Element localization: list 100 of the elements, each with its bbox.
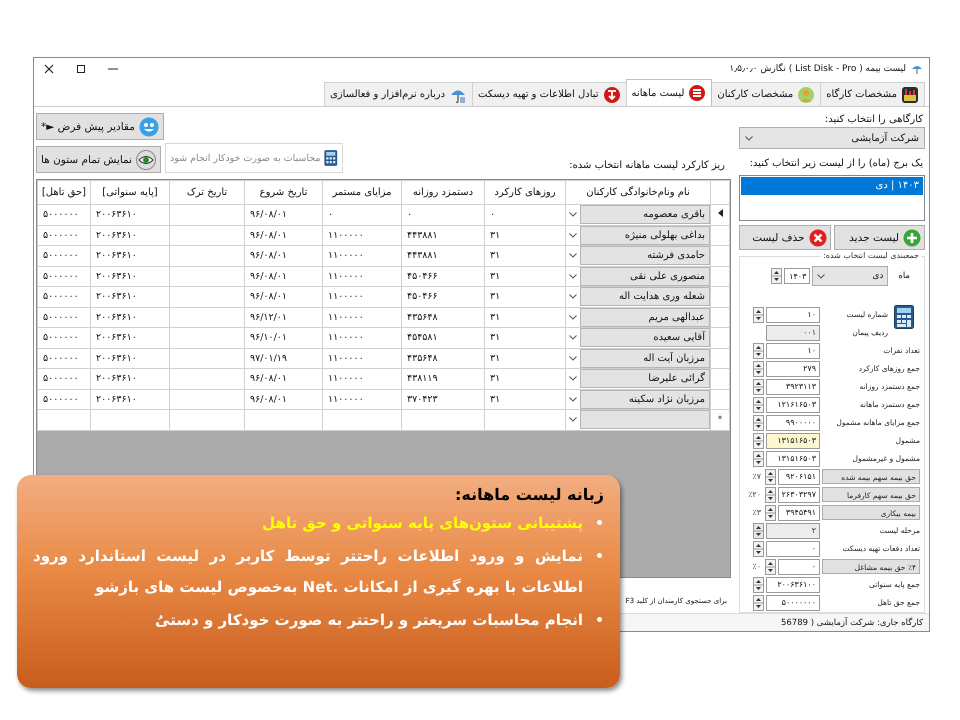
spin-buttons[interactable]	[753, 594, 764, 610]
value-field[interactable]: ۰	[778, 558, 820, 574]
table-cell: ۹۶/۰۸/۰۱	[244, 204, 322, 225]
download-icon	[602, 86, 621, 104]
table-cell: ۵۰۰۰۰۰۰	[38, 389, 90, 410]
callout-title: زبانه لیست ماهانه:	[454, 485, 604, 504]
factory-icon	[901, 86, 919, 104]
spin-buttons[interactable]	[753, 576, 764, 592]
workshop-dropdown[interactable]: شرکت آزمایشی	[739, 127, 925, 149]
month-dropdown[interactable]: دی	[812, 266, 888, 286]
value-field[interactable]: ۰	[766, 540, 820, 556]
value-field[interactable]: ۱۳۱۵۱۶۵۰۳	[766, 432, 820, 448]
table-cell: ۲۰۰۶۳۶۱۰	[90, 204, 170, 225]
percent-label: ٪۳	[752, 508, 761, 517]
chevron-down-icon	[569, 417, 577, 422]
tab[interactable]: مشخصات کارکنان	[711, 82, 822, 106]
value-field[interactable]: ۱۳۱۵۱۶۵۰۳	[766, 450, 820, 466]
table-cell: ۲۰۰۶۳۶۱۰	[90, 368, 170, 389]
value-field[interactable]: ۲	[766, 522, 820, 538]
column-header[interactable]: [پایه سنواتی]	[90, 180, 170, 204]
column-header[interactable]: تاریخ شروع	[244, 180, 322, 204]
value-field[interactable]: ۳۹۲۳۱۱۳	[766, 378, 820, 394]
column-header[interactable]: روزهای کارکرد	[484, 180, 566, 204]
spin-buttons[interactable]	[765, 558, 776, 574]
table-cell: ۲۰۰۶۳۶۱۰	[90, 348, 170, 368]
table-cell: ۴۴۳۸۸۱	[402, 225, 484, 246]
close-icon[interactable]	[44, 64, 54, 74]
year-field[interactable]: ۱۴۰۳	[784, 268, 810, 284]
percent-label: ٪۲۰	[748, 490, 761, 499]
value-field[interactable]: ۲۶۳۰۳۲۹۷	[778, 486, 820, 502]
column-header[interactable]: نام ونام‌خانوادگی کارکنان	[566, 180, 710, 204]
table-cell: ۳۱	[484, 389, 566, 410]
value-field[interactable]: ۱۰	[766, 306, 820, 322]
table-cell: ۳۱	[484, 286, 566, 307]
delete-list-button[interactable]: حذف لیست	[739, 225, 830, 250]
chevron-down-icon	[569, 294, 577, 300]
spin-buttons[interactable]	[753, 342, 764, 358]
table-cell: ۹۶/۰۸/۰۱	[244, 266, 322, 286]
chevron-down-icon	[745, 136, 753, 140]
column-header[interactable]: مزایای مستمر	[322, 180, 402, 204]
column-header[interactable]: تاریخ ترک	[170, 180, 244, 204]
spin-buttons[interactable]	[753, 450, 764, 466]
tab[interactable]: لیست ماهانه	[626, 79, 712, 106]
chevron-down-icon	[569, 232, 577, 238]
spin-buttons[interactable]	[753, 306, 764, 322]
tab[interactable]: مشخصات کارگاه	[820, 82, 925, 106]
value-field[interactable]: ۵۰۰۰۰۰۰۰	[766, 594, 820, 610]
value-field[interactable]: ۲۰۰۶۳۶۱۰۰	[766, 576, 820, 592]
value-field[interactable]: ۲۷۹	[766, 360, 820, 376]
value-field[interactable]: ۳۹۴۵۴۹۱	[778, 504, 820, 520]
table-cell: ۲۰۰۶۳۶۱۰	[90, 389, 170, 410]
bullet-icon	[597, 617, 602, 622]
chevron-down-icon	[817, 274, 826, 278]
table-cell: ۳۷۰۴۲۳	[402, 389, 484, 410]
spin-buttons[interactable]	[753, 396, 764, 412]
chevron-down-icon	[569, 212, 577, 218]
default-values-button[interactable]: مقادیر پیش فرض ►*	[36, 113, 164, 140]
table-cell: ۳۱	[484, 225, 566, 246]
value-field[interactable]: ۱۲۱۶۱۶۵۰۳	[766, 396, 820, 412]
delete-icon	[808, 228, 826, 246]
new-list-button[interactable]: لیست جدید	[834, 225, 925, 250]
table-cell: ۹۶/۰۸/۰۱	[244, 246, 322, 266]
column-header[interactable]: دستمزد روزانه	[402, 180, 484, 204]
value-field[interactable]: ۰۰۱	[766, 324, 820, 340]
spin-buttons[interactable]	[753, 414, 764, 430]
table-cell: ۲۰۰۶۳۶۱۰	[90, 225, 170, 246]
chevron-down-icon	[569, 314, 577, 320]
spin-buttons[interactable]	[765, 468, 776, 484]
column-header[interactable]: [حق تاهل]	[38, 180, 90, 204]
spin-buttons[interactable]	[753, 432, 764, 448]
spin-buttons[interactable]	[765, 504, 776, 520]
tab[interactable]: تبادل اطلاعات و تهیه دیسکت	[472, 82, 627, 106]
bullet-text: پشتیبانی ستون‌های پایه سنواتی و حق تاهل	[262, 513, 583, 534]
spin-buttons[interactable]	[765, 486, 776, 502]
spin-buttons[interactable]	[753, 540, 764, 556]
table-cell: ۳۱	[484, 307, 566, 328]
tab[interactable]: درباره نرم‌افزار و فعالسازی	[324, 82, 474, 106]
value-field[interactable]: ۱۰	[766, 342, 820, 358]
worker-icon	[797, 86, 816, 104]
calculator-icon	[894, 305, 914, 329]
spin-buttons[interactable]	[753, 522, 764, 538]
table-cell: ۱۱۰۰۰۰۰	[322, 389, 402, 410]
plus-icon	[903, 228, 921, 246]
auto-calc-option[interactable]: محاسبات به صورت خودکار انجام شود	[165, 143, 344, 173]
month-list-item[interactable]: ۱۴۰۳ | دی	[741, 177, 923, 195]
window-title: لیست بیمه ( List Disk - Pro ) نگارش ۱٫۵٫۰٫۰	[729, 64, 906, 74]
maximize-icon[interactable]	[76, 64, 86, 74]
table-cell: ۳۱	[484, 328, 566, 348]
value-field[interactable]: ۹۲۰۶۱۵۱	[778, 468, 820, 484]
table-cell: ۵۰۰۰۰۰۰	[38, 266, 90, 286]
bullet-icon	[597, 553, 602, 558]
spin-buttons[interactable]	[753, 378, 764, 394]
table-cell: ۱۱۰۰۰۰۰	[322, 286, 402, 307]
table-cell: ۹۶/۱۰/۰۱	[244, 328, 322, 348]
spin-buttons[interactable]	[753, 360, 764, 376]
table-cell: ۱۱۰۰۰۰۰	[322, 307, 402, 328]
show-all-columns-button[interactable]: نمایش تمام ستون ها	[36, 146, 162, 173]
spin-buttons[interactable]	[771, 268, 782, 284]
value-field[interactable]: ۹۹۰۰۰۰۰	[766, 414, 820, 430]
table-cell: ۲۰۰۶۳۶۱۰	[90, 286, 170, 307]
